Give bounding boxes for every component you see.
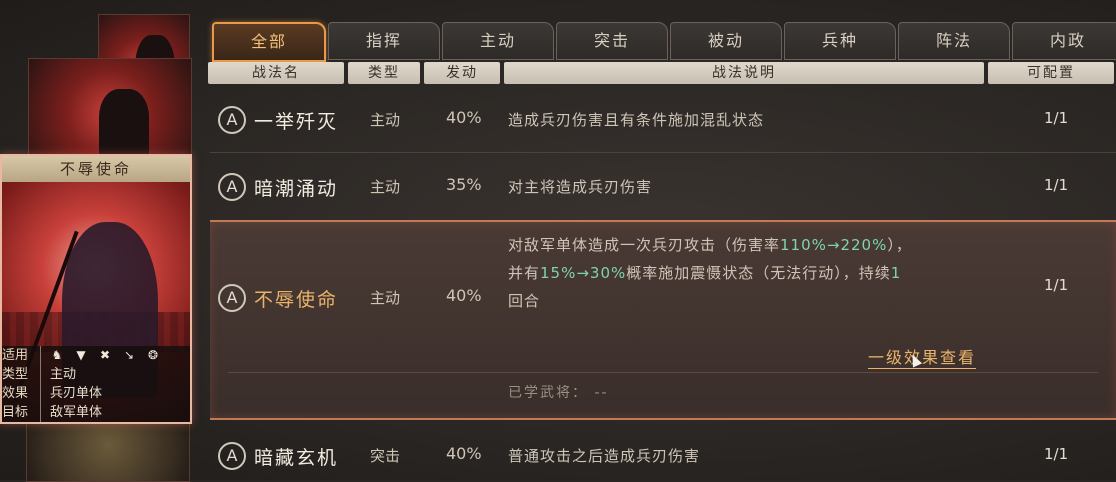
cavalry-icon: ♞ xyxy=(51,348,63,362)
skill-card-title: 不辱使命 xyxy=(2,156,190,182)
skill-row-expanded[interactable]: A 不辱使命 主动 40% 对敌军单体造成一次兵刃攻击（伤害率110%→220%… xyxy=(210,220,1116,420)
skill-description-line2: 并有15%→30%概率施加震慑状态（无法行动），持续1 xyxy=(508,264,902,282)
tab-command[interactable]: 指挥 xyxy=(328,22,440,60)
info-value: 主动 xyxy=(50,367,77,382)
info-key: 类型 xyxy=(2,367,29,382)
skill-rate: 40% xyxy=(446,286,482,305)
grade-badge: A xyxy=(218,284,246,312)
info-key: 适用 xyxy=(2,348,29,363)
tab-formation[interactable]: 阵法 xyxy=(898,22,1010,60)
tab-passive[interactable]: 被动 xyxy=(670,22,782,60)
category-tabs: 全部 指挥 主动 突击 被动 兵种 阵法 内政 xyxy=(212,22,1116,62)
skill-count: 1/1 xyxy=(1044,445,1069,463)
skill-count: 1/1 xyxy=(1044,176,1069,194)
skill-name: 暗潮涌动 xyxy=(254,178,339,200)
skill-row[interactable]: A 暗藏玄机 突击 40% 普通攻击之后造成兵刃伤害 1/1 xyxy=(210,426,1116,480)
skill-rate: 35% xyxy=(446,175,482,194)
spear-icon: ↘ xyxy=(123,348,135,362)
tab-internal[interactable]: 内政 xyxy=(1012,22,1116,60)
divider xyxy=(228,372,1098,373)
skill-rate: 40% xyxy=(446,444,482,463)
header-description: 战法说明 xyxy=(504,62,984,84)
skill-name: 不辱使命 xyxy=(254,289,339,311)
general-card-back[interactable] xyxy=(26,420,190,482)
tab-all[interactable]: 全部 xyxy=(212,22,326,62)
grade-badge: A xyxy=(218,173,246,201)
skill-description-line3: 回合 xyxy=(508,292,541,310)
grade-badge: A xyxy=(218,442,246,470)
info-key: 目标 xyxy=(2,405,29,420)
skill-name: 一举歼灭 xyxy=(254,111,339,133)
level-one-effect-link[interactable]: 一级效果查看 xyxy=(868,344,977,369)
tab-assault[interactable]: 突击 xyxy=(556,22,668,60)
header-name[interactable]: 战法名 xyxy=(208,62,344,84)
info-value: 敌军单体 xyxy=(50,405,103,420)
wheel-icon: ❂ xyxy=(147,348,159,362)
divider xyxy=(210,152,1116,153)
skill-card-info: 适用 ♞ ▼ ✖ ↘ ❂ 类型 主动 效果 兵刃单体 目标 敌军单体 xyxy=(2,346,190,422)
skill-type: 主动 xyxy=(370,111,401,129)
skill-description: 对主将造成兵刃伤害 xyxy=(508,178,653,196)
general-card-back[interactable] xyxy=(28,58,192,160)
skill-row[interactable]: A 暗潮涌动 主动 35% 对主将造成兵刃伤害 1/1 xyxy=(210,156,1116,216)
skill-row[interactable]: A 一举歼灭 主动 40% 造成兵刃伤害且有条件施加混乱状态 1/1 xyxy=(210,90,1116,150)
skill-description: 普通攻击之后造成兵刃伤害 xyxy=(508,447,701,465)
skill-type: 主动 xyxy=(370,289,401,307)
info-value: 兵刃单体 xyxy=(50,386,103,401)
skill-description-line1: 对敌军单体造成一次兵刃攻击（伤害率110%→220%）， xyxy=(508,236,912,254)
skill-rate: 40% xyxy=(446,108,482,127)
skill-type: 突击 xyxy=(370,447,401,465)
skill-type: 主动 xyxy=(370,178,401,196)
troop-icons: ♞ ▼ ✖ ↘ ❂ xyxy=(50,346,160,365)
header-type[interactable]: 类型 xyxy=(348,62,420,84)
tab-troop[interactable]: 兵种 xyxy=(784,22,896,60)
grade-badge: A xyxy=(218,106,246,134)
tab-active[interactable]: 主动 xyxy=(442,22,554,60)
bow-icon: ✖ xyxy=(99,348,111,362)
shield-icon: ▼ xyxy=(76,348,86,362)
learned-generals: 已学武将： -- xyxy=(508,385,609,401)
skill-count: 1/1 xyxy=(1044,109,1069,127)
skill-name: 暗藏玄机 xyxy=(254,447,339,469)
table-header: 战法名 类型 发动 战法说明 可配置 xyxy=(208,62,1114,84)
skill-description: 造成兵刃伤害且有条件施加混乱状态 xyxy=(508,111,765,129)
header-rate[interactable]: 发动 xyxy=(424,62,500,84)
info-key: 效果 xyxy=(2,386,29,401)
skill-card: 不辱使命 适用 ♞ ▼ ✖ ↘ ❂ 类型 主动 效果 兵刃单体 目标 敌军单体 xyxy=(0,154,192,424)
header-config[interactable]: 可配置 xyxy=(988,62,1114,84)
skill-count: 1/1 xyxy=(1044,276,1069,294)
